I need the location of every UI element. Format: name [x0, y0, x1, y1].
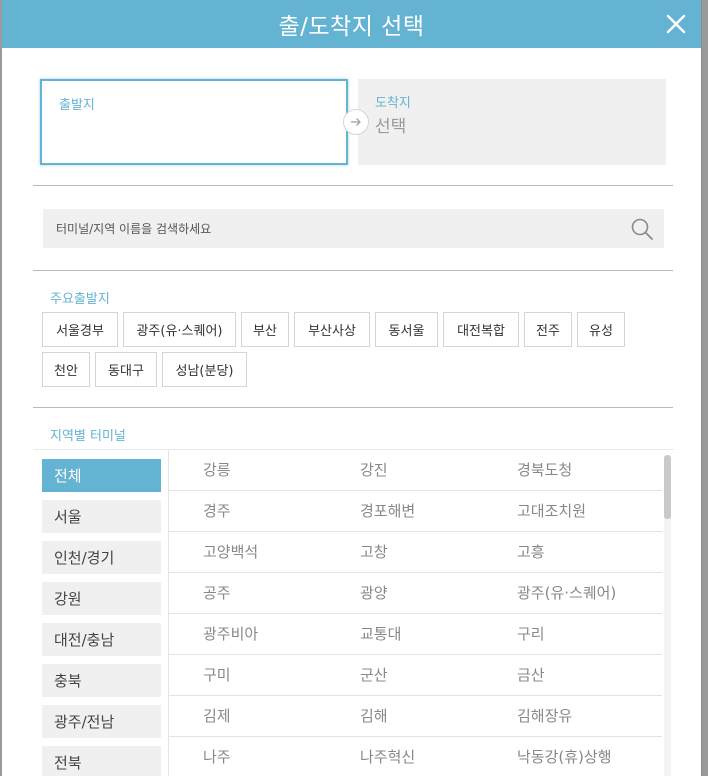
- terminal-item[interactable]: 교통대: [360, 614, 401, 654]
- arrival-value: 선택: [375, 117, 407, 137]
- major-departure-button[interactable]: 부산: [241, 312, 289, 347]
- major-departure-button[interactable]: 천안: [42, 352, 90, 387]
- terminal-item[interactable]: 광주(유·스퀘어): [517, 573, 616, 613]
- terminal-row: 나주 나주혁신 낙동강(휴)상행: [169, 737, 662, 776]
- terminal-item[interactable]: 군산: [360, 655, 388, 695]
- major-departure-button[interactable]: 광주(유·스퀘어): [123, 312, 236, 347]
- region-item-incheon-gyeonggi[interactable]: 인천/경기: [42, 541, 161, 574]
- terminal-item[interactable]: 경포해변: [360, 491, 415, 531]
- terminal-item[interactable]: 고대조치원: [517, 491, 586, 531]
- arrival-box[interactable]: 도착지 선택: [358, 79, 666, 165]
- search-icon: [631, 218, 653, 240]
- terminal-item[interactable]: 공주: [203, 573, 231, 613]
- major-departure-button[interactable]: 성남(분당): [162, 352, 247, 387]
- regions-title: 지역별 터미널: [50, 429, 126, 444]
- terminal-item[interactable]: 고창: [360, 532, 388, 572]
- scrollbar-thumb[interactable]: [664, 455, 671, 519]
- terminal-item[interactable]: 경주: [203, 491, 231, 531]
- terminal-item[interactable]: 구미: [203, 655, 231, 695]
- terminal-row: 광주비아 교통대 구리: [169, 614, 662, 655]
- departure-box[interactable]: 출발지: [40, 79, 348, 165]
- terminal-item[interactable]: 김제: [203, 696, 231, 736]
- terminal-row: 고양백석 고창 고흥: [169, 532, 662, 573]
- major-departure-button[interactable]: 대전복합: [443, 312, 519, 347]
- divider: [33, 270, 673, 271]
- terminal-item[interactable]: 김해장유: [517, 696, 572, 736]
- terminal-row: 경주 경포해변 고대조치원: [169, 491, 662, 532]
- terminal-item[interactable]: 강릉: [203, 450, 231, 490]
- region-item-gwangju-jeonnam[interactable]: 광주/전남: [42, 705, 161, 738]
- route-select-modal: 출/도착지 선택 출발지 도착지 선택 터미널/지역 이름을 검색하세요 주요출…: [2, 0, 701, 776]
- search-bar: [43, 209, 664, 248]
- terminal-row: 구미 군산 금산: [169, 655, 662, 696]
- terminal-item[interactable]: 나주혁신: [360, 737, 415, 776]
- major-departure-button[interactable]: 유성: [577, 312, 625, 347]
- modal-title: 출/도착지 선택: [278, 14, 425, 40]
- terminal-item[interactable]: 나주: [203, 737, 231, 776]
- departure-label: 출발지: [59, 98, 95, 113]
- region-item-daejeon-chungnam[interactable]: 대전/충남: [42, 623, 161, 656]
- major-departures-title: 주요출발지: [50, 292, 110, 307]
- region-item-jeonbuk[interactable]: 전북: [42, 746, 161, 776]
- region-terminal-panel: 전체 서울 인천/경기 강원 대전/충남 충북 광주/전남 전북 강릉 강진 경…: [34, 449, 674, 776]
- close-button[interactable]: [661, 9, 691, 39]
- arrow-right-icon: [351, 118, 361, 126]
- route-selector: 출발지 도착지 선택: [40, 79, 666, 165]
- region-item-seoul[interactable]: 서울: [42, 500, 161, 533]
- terminal-item[interactable]: 강진: [360, 450, 388, 490]
- terminal-item[interactable]: 구리: [517, 614, 545, 654]
- search-button[interactable]: [630, 217, 654, 241]
- region-item-all[interactable]: 전체: [42, 459, 161, 492]
- terminal-row: 김제 김해 김해장유: [169, 696, 662, 737]
- terminal-item[interactable]: 광주비아: [203, 614, 258, 654]
- search-input[interactable]: [43, 209, 623, 248]
- terminal-item[interactable]: 김해: [360, 696, 388, 736]
- close-icon: [666, 14, 686, 34]
- background-right: [702, 0, 708, 776]
- modal-header: 출/도착지 선택: [2, 0, 701, 48]
- terminal-item[interactable]: 금산: [517, 655, 545, 695]
- terminal-item[interactable]: 광양: [360, 573, 388, 613]
- major-departure-button[interactable]: 동서울: [375, 312, 438, 347]
- arrival-label: 도착지: [375, 96, 411, 111]
- major-departure-button[interactable]: 전주: [524, 312, 572, 347]
- major-departure-button[interactable]: 서울경부: [42, 312, 118, 347]
- route-arrow: [343, 109, 369, 135]
- region-item-gangwon[interactable]: 강원: [42, 582, 161, 615]
- divider: [33, 407, 673, 408]
- terminal-row: 공주 광양 광주(유·스퀘어): [169, 573, 662, 614]
- major-departure-button[interactable]: 동대구: [95, 352, 157, 387]
- divider: [33, 185, 673, 186]
- terminal-row: 강릉 강진 경북도청: [169, 450, 662, 491]
- terminal-item[interactable]: 고양백석: [203, 532, 258, 572]
- terminal-item[interactable]: 고흥: [517, 532, 545, 572]
- terminal-item[interactable]: 경북도청: [517, 450, 572, 490]
- terminal-scrollbar[interactable]: [664, 455, 671, 776]
- region-item-chungbuk[interactable]: 충북: [42, 664, 161, 697]
- terminal-item[interactable]: 낙동강(휴)상행: [517, 737, 612, 776]
- major-departure-button[interactable]: 부산사상: [294, 312, 370, 347]
